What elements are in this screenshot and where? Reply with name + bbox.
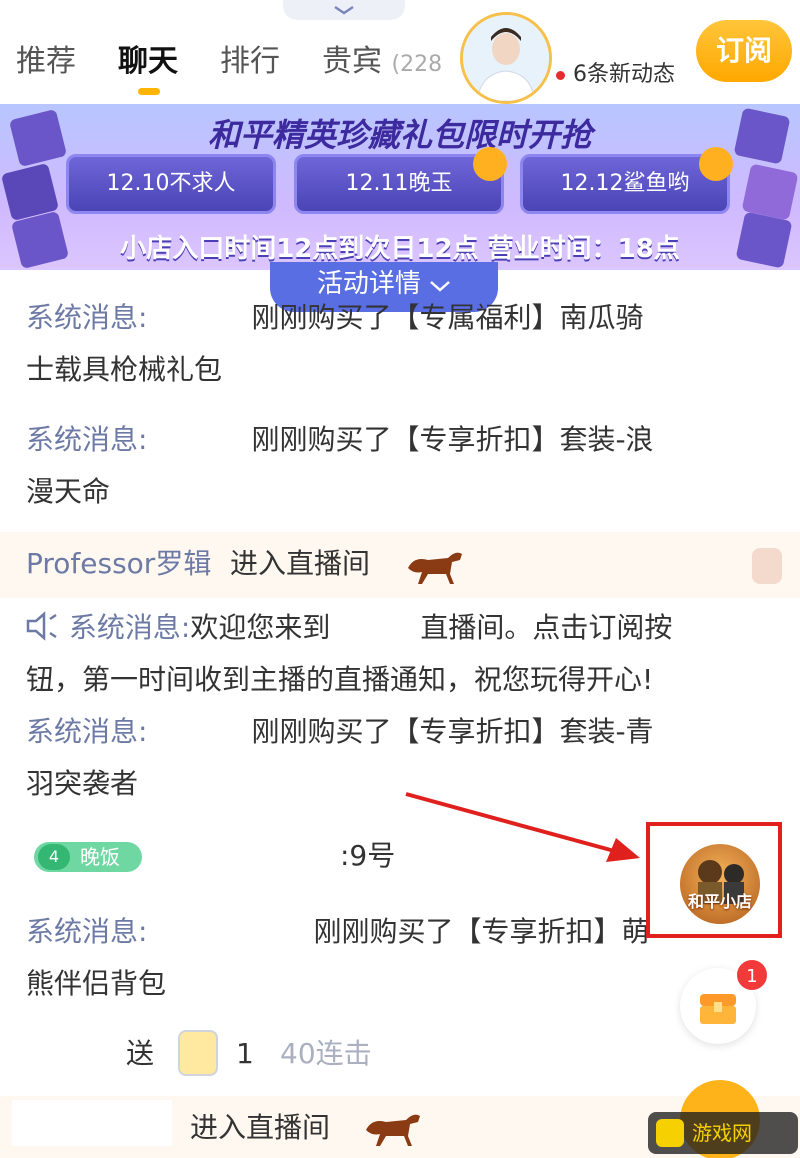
gamepad-icon — [656, 1119, 684, 1147]
notification-badge: 1 — [735, 958, 769, 992]
watermark-logo: 游戏网 — [648, 1112, 798, 1154]
highlight-box — [646, 822, 782, 938]
